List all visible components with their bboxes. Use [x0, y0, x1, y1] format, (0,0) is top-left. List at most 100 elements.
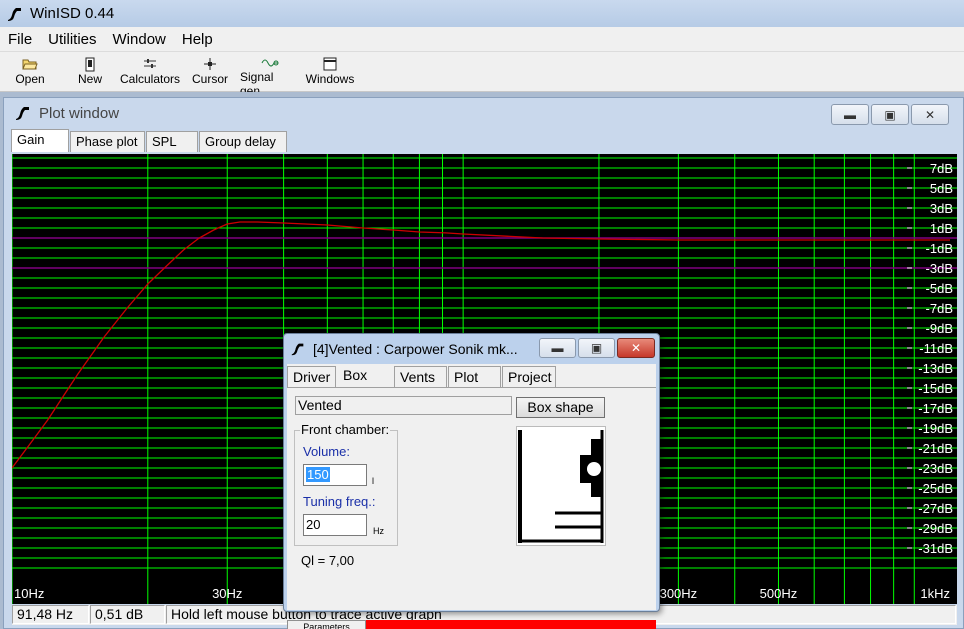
box-dialog: [4]Vented : Carpower Sonik mk... ▬ ▣ ✕ D… [283, 333, 660, 629]
box-dialog-title-bar[interactable]: [4]Vented : Carpower Sonik mk... ▬ ▣ ✕ [284, 334, 659, 364]
menu-file[interactable]: File [0, 27, 40, 52]
new-document-icon [84, 56, 96, 72]
new-button[interactable]: New [60, 52, 120, 92]
y-tick-label: -11dB [919, 341, 953, 356]
windows-label: Windows [305, 72, 355, 86]
y-tick-label: -13dB [918, 361, 953, 376]
calculators-button[interactable]: Calculators [120, 52, 180, 92]
tuning-freq-unit: Hz [373, 526, 384, 536]
cursor-button[interactable]: Cursor [180, 52, 240, 92]
dialog-close-button[interactable]: ✕ [617, 338, 655, 358]
parameters-tab[interactable]: Parameters [287, 620, 366, 629]
tuning-freq-label: Tuning freq.: [303, 494, 376, 509]
volume-label: Volume: [303, 444, 350, 459]
close-icon: ✕ [630, 341, 642, 355]
tab-vents[interactable]: Vents [394, 366, 447, 387]
maximize-icon: ▣ [590, 341, 603, 355]
tab-box[interactable]: Box [337, 364, 393, 387]
plot-tab-strip: Gain Phase plot SPL Group delay [11, 129, 288, 152]
y-tick-label: -25dB [918, 481, 953, 496]
volume-unit: l [372, 476, 374, 486]
y-tick-label: -23dB [918, 461, 953, 476]
y-tick-label: -21dB [918, 441, 953, 456]
y-tick-label: 1dB [930, 221, 953, 236]
maximize-button[interactable]: ▣ [871, 104, 909, 125]
close-icon: ✕ [924, 107, 936, 122]
tab-group-delay[interactable]: Group delay [199, 131, 287, 152]
open-folder-icon [22, 56, 38, 72]
y-tick-label: -29dB [918, 521, 953, 536]
box-dialog-client: Driver Box Vents Plot Project Vented Box… [287, 364, 656, 629]
tab-phase-plot[interactable]: Phase plot [70, 131, 145, 152]
y-tick-label: -1dB [926, 241, 953, 256]
x-tick-label: 10Hz [14, 586, 44, 601]
app-title: WinISD 0.44 [30, 5, 115, 22]
box-type-field[interactable]: Vented [295, 396, 512, 415]
dialog-status-bar: Parameters [287, 620, 656, 629]
windows-button[interactable]: Windows [300, 52, 360, 92]
y-tick-label: -27dB [918, 501, 953, 516]
y-tick-label: -19dB [918, 421, 953, 436]
winisd-logo-icon [289, 340, 307, 358]
status-indicator-bar [366, 620, 656, 629]
close-button[interactable]: ✕ [911, 104, 949, 125]
dialog-maximize-button[interactable]: ▣ [578, 338, 615, 358]
status-gain: 0,51 dB [90, 605, 165, 624]
tab-gain[interactable]: Gain [11, 129, 69, 152]
y-tick-label: -7dB [926, 301, 953, 316]
y-tick-label: -15dB [918, 381, 953, 396]
volume-input[interactable]: 150 [303, 464, 367, 486]
toolbar: Open New Calculators Cursor Signal gen. … [0, 52, 964, 98]
y-tick-label: 5dB [930, 181, 953, 196]
menu-window[interactable]: Window [105, 27, 174, 52]
calculators-label: Calculators [119, 72, 181, 86]
windows-icon [323, 56, 337, 72]
tab-project[interactable]: Project [502, 366, 556, 387]
open-button[interactable]: Open [0, 52, 60, 92]
y-tick-label: 3dB [930, 201, 953, 216]
y-tick-label: 7dB [930, 161, 953, 176]
y-tick-label: -9dB [926, 321, 953, 336]
box-tab-panel: Vented Box shape Front chamber: Volume: … [287, 387, 656, 629]
tuning-freq-input[interactable]: 20 [303, 514, 367, 536]
dialog-minimize-button[interactable]: ▬ [539, 338, 576, 358]
open-label: Open [15, 72, 45, 86]
winisd-logo-icon [4, 3, 26, 25]
ql-value: Ql = 7,00 [301, 553, 355, 568]
cursor-label: Cursor [191, 72, 228, 86]
minimize-icon: ▬ [844, 107, 856, 122]
y-tick-label: -17dB [918, 401, 953, 416]
signal-generator-icon [261, 56, 279, 70]
new-label: New [77, 72, 102, 86]
signal-gen-button[interactable]: Signal gen. [240, 52, 300, 98]
x-tick-label: 30Hz [212, 586, 242, 601]
tab-plot[interactable]: Plot [448, 366, 501, 387]
minimize-button[interactable]: ▬ [831, 104, 869, 125]
minimize-icon: ▬ [551, 341, 564, 355]
menu-utilities[interactable]: Utilities [40, 27, 104, 52]
box-dialog-title: [4]Vented : Carpower Sonik mk... [313, 341, 518, 357]
y-tick-label: -3dB [926, 261, 953, 276]
box-shape-button[interactable]: Box shape [516, 397, 605, 418]
menu-help[interactable]: Help [174, 27, 221, 52]
front-chamber-group: Front chamber: Volume: 150 l Tuning freq… [294, 422, 398, 546]
y-tick-label: -31dB [918, 541, 953, 556]
x-tick-label: 300Hz [660, 586, 698, 601]
box-tab-strip: Driver Box Vents Plot Project [287, 364, 557, 387]
vented-box-diagram-icon [518, 430, 604, 543]
tab-driver[interactable]: Driver [287, 366, 336, 387]
calculator-icon [142, 56, 158, 72]
x-tick-label: 500Hz [760, 586, 798, 601]
app-title-bar[interactable]: WinISD 0.44 [0, 0, 964, 27]
tab-spl[interactable]: SPL [146, 131, 198, 152]
plot-window-title: Plot window [39, 104, 120, 122]
maximize-icon: ▣ [884, 107, 896, 122]
plot-window-title-bar[interactable]: Plot window ▬ ▣ ✕ [4, 98, 963, 128]
volume-value: 150 [306, 467, 330, 482]
x-tick-label: 1kHz [920, 586, 950, 601]
front-chamber-label: Front chamber: [300, 422, 391, 437]
winisd-logo-icon [13, 103, 33, 123]
cursor-crosshair-icon [203, 56, 217, 72]
menu-bar: File Utilities Window Help [0, 27, 964, 52]
status-frequency: 91,48 Hz [12, 605, 89, 624]
